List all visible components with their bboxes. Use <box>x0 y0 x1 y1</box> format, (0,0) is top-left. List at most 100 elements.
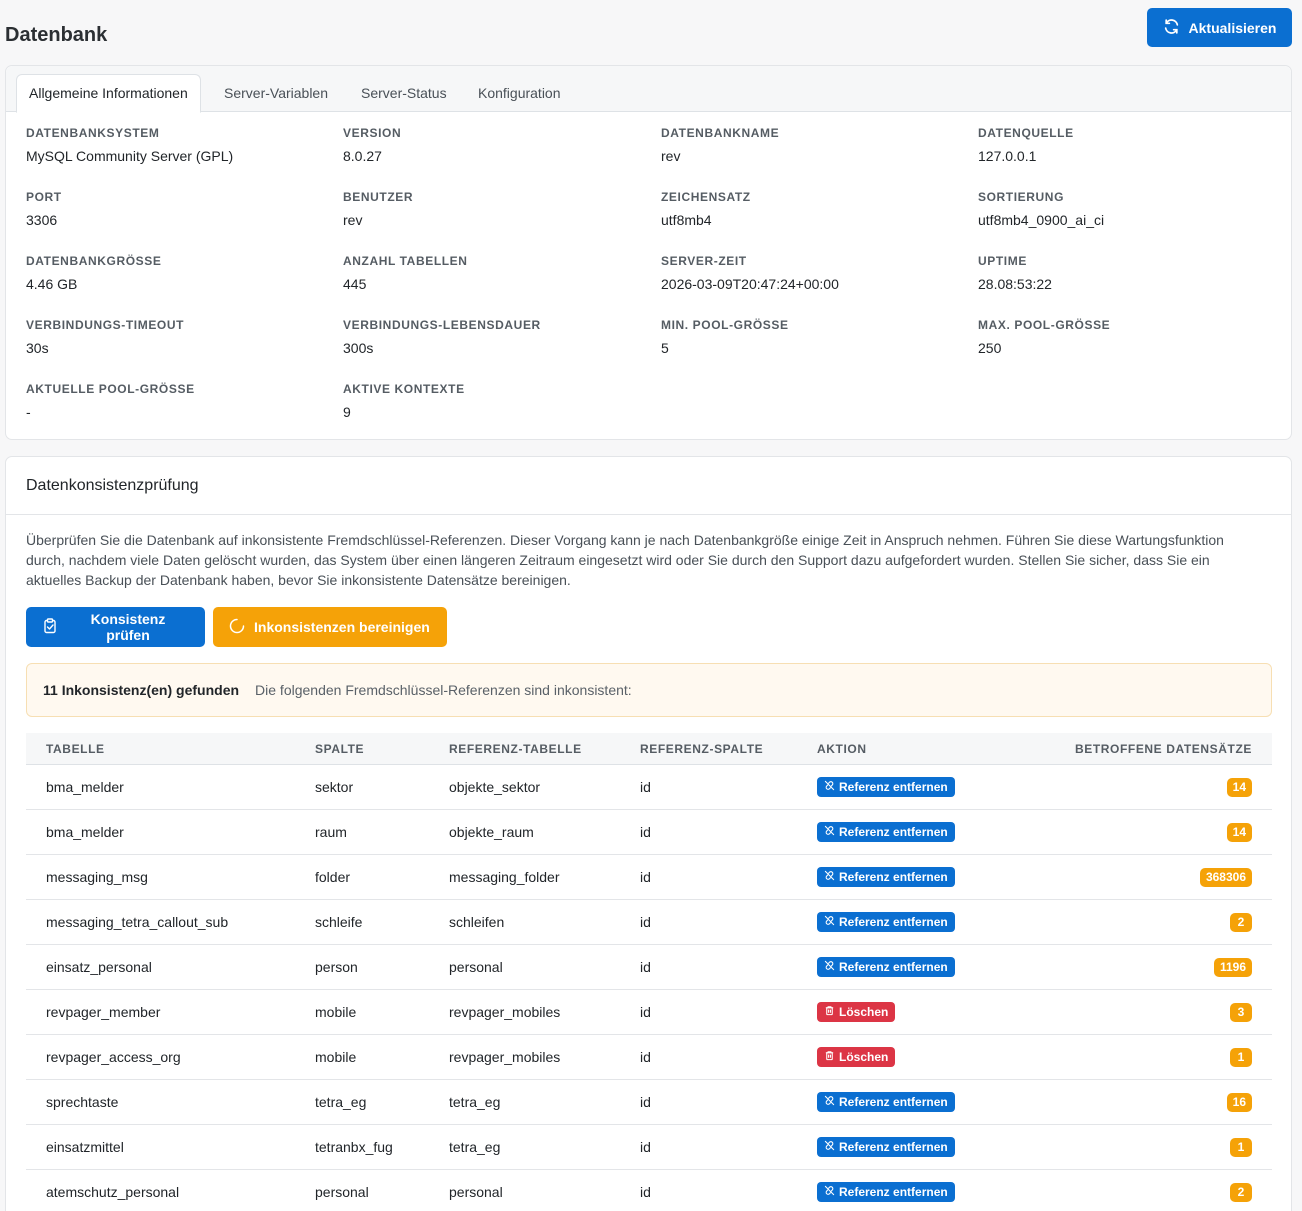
affected-count-badge: 3 <box>1230 1003 1252 1022</box>
info-value: MySQL Community Server (GPL) <box>26 148 234 164</box>
unlink-icon <box>824 825 835 839</box>
remove-reference-button[interactable]: Referenz entfernen <box>817 1137 955 1157</box>
remove-reference-button[interactable]: Referenz entfernen <box>817 1182 955 1202</box>
info-item: Aktive Kontexte 9 <box>343 382 643 420</box>
header-table[interactable]: Tabelle <box>46 742 105 756</box>
info-label: Benutzer <box>343 190 414 204</box>
action-label: Referenz entfernen <box>839 1140 948 1154</box>
cell-ref-column: id <box>640 869 651 885</box>
info-label: Datenbanksystem <box>26 126 160 140</box>
header-affected-records[interactable]: Betroffene Datensätze <box>1075 742 1252 756</box>
info-item: Benutzer rev <box>343 190 643 228</box>
info-item: Zeichensatz utf8mb4 <box>661 190 961 228</box>
info-value: 9 <box>343 404 351 420</box>
info-item: Anzahl Tabellen 445 <box>343 254 643 292</box>
header-column[interactable]: Spalte <box>315 742 364 756</box>
delete-button[interactable]: Löschen <box>817 1002 896 1022</box>
cell-column: tetranbx_fug <box>315 1139 393 1155</box>
cell-column: folder <box>315 869 351 885</box>
info-item: Port 3306 <box>26 190 326 228</box>
clean-inconsistencies-label: Inkonsistenzen bereinigen <box>254 619 430 635</box>
cell-column: tetra_eg <box>315 1094 367 1110</box>
spinner-icon <box>229 618 245 637</box>
table-row: bma_melder sektor objekte_sektor id Referenz… <box>26 765 1272 810</box>
action-label: Referenz entfernen <box>839 825 948 839</box>
affected-count-badge: 14 <box>1226 823 1252 842</box>
unlink-icon <box>824 915 835 929</box>
cell-ref-column: id <box>640 779 651 795</box>
table-header: Tabelle Spalte Referenz-Tabelle Referenz… <box>26 733 1272 765</box>
affected-count-badge: 2 <box>1230 1183 1252 1202</box>
action-label: Löschen <box>839 1005 889 1019</box>
table-row: sprechtaste tetra_eg tetra_eg id Referenz en… <box>26 1080 1272 1125</box>
cell-column: person <box>315 959 358 975</box>
affected-count-badge: 1 <box>1230 1138 1252 1157</box>
cell-ref-column: id <box>640 1184 651 1200</box>
cell-table: atemschutz_personal <box>46 1184 180 1200</box>
clipboard-check-icon <box>42 617 58 637</box>
remove-reference-button[interactable]: Referenz entfernen <box>817 777 955 797</box>
cell-ref-table: schleifen <box>449 914 505 930</box>
action-label: Referenz entfernen <box>839 915 948 929</box>
cell-table: sprechtaste <box>46 1094 119 1110</box>
unlink-icon <box>824 870 835 884</box>
action-label: Referenz entfernen <box>839 870 948 884</box>
cell-table: revpager_access_org <box>46 1049 181 1065</box>
table-row: atemschutz_personal personal personal id Ref… <box>26 1170 1272 1211</box>
info-value: 2026-03-09T20:47:24+00:00 <box>661 276 839 292</box>
unlink-icon <box>824 780 835 794</box>
cell-ref-table: objekte_sektor <box>449 779 541 795</box>
consistency-card: Datenkonsistenzprüfung Überprüfen Sie di… <box>5 456 1292 1211</box>
affected-count-badge: 14 <box>1226 778 1252 797</box>
remove-reference-button[interactable]: Referenz entfernen <box>817 1092 955 1112</box>
info-label: Zeichensatz <box>661 190 751 204</box>
check-consistency-button[interactable]: Konsistenz prüfen <box>26 607 205 647</box>
info-label: Datenbankname <box>661 126 780 140</box>
remove-reference-button[interactable]: Referenz entfernen <box>817 822 955 842</box>
cell-table: messaging_tetra_callout_sub <box>46 914 229 930</box>
info-label: Sortierung <box>978 190 1065 204</box>
cell-ref-table: revpager_mobiles <box>449 1004 561 1020</box>
cell-ref-column: id <box>640 914 651 930</box>
tab-server-variables[interactable]: Server-Variablen <box>212 74 340 112</box>
remove-reference-button[interactable]: Referenz entfernen <box>817 912 955 932</box>
info-value: 4.46 GB <box>26 276 78 292</box>
info-item: Server-Zeit 2026-03-09T20:47:24+00:00 <box>661 254 961 292</box>
info-item: Verbindungs-Lebensdauer 300s <box>343 318 643 356</box>
info-value: 28.08:53:22 <box>978 276 1052 292</box>
tab-general-info[interactable]: Allgemeine Informationen <box>16 74 201 113</box>
action-label: Löschen <box>839 1050 889 1064</box>
cell-ref-table: revpager_mobiles <box>449 1049 561 1065</box>
remove-reference-button[interactable]: Referenz entfernen <box>817 867 955 887</box>
tab-configuration[interactable]: Konfiguration <box>466 74 573 112</box>
check-consistency-label: Konsistenz prüfen <box>90 611 166 643</box>
unlink-icon <box>824 1185 835 1199</box>
header-ref-column[interactable]: Referenz-Spalte <box>640 742 763 756</box>
info-value: 3306 <box>26 212 58 228</box>
tab-server-status[interactable]: Server-Status <box>349 74 459 112</box>
refresh-button[interactable]: Aktualisieren <box>1147 8 1292 47</box>
header-action[interactable]: Aktion <box>817 742 867 756</box>
refresh-label: Aktualisieren <box>1188 19 1277 36</box>
cell-ref-column: id <box>640 1139 651 1155</box>
delete-button[interactable]: Löschen <box>817 1047 896 1067</box>
cell-column: raum <box>315 824 347 840</box>
remove-reference-button[interactable]: Referenz entfernen <box>817 957 955 977</box>
database-info-card: Allgemeine Informationen Server-Variable… <box>5 65 1292 440</box>
info-label: Datenquelle <box>978 126 1074 140</box>
page-title: Datenbank <box>5 24 108 46</box>
cell-ref-column: id <box>640 1049 651 1065</box>
inconsistency-alert: 11 Inkonsistenz(en) gefunden Die folgend… <box>26 663 1272 717</box>
cell-table: einsatz_personal <box>46 959 152 975</box>
info-value: rev <box>661 148 681 164</box>
cell-column: schleife <box>315 914 363 930</box>
info-value: 8.0.27 <box>343 148 382 164</box>
action-label: Referenz entfernen <box>839 1095 948 1109</box>
header-ref-table[interactable]: Referenz-Tabelle <box>449 742 582 756</box>
info-item: Uptime 28.08:53:22 <box>978 254 1278 292</box>
info-label: Verbindungs-Timeout <box>26 318 185 332</box>
table-body: bma_melder sektor objekte_sektor id Referenz… <box>26 765 1272 1211</box>
unlink-icon <box>824 1095 835 1109</box>
clean-inconsistencies-button[interactable]: Inkonsistenzen bereinigen <box>213 607 447 647</box>
cell-table: messaging_msg <box>46 869 148 885</box>
